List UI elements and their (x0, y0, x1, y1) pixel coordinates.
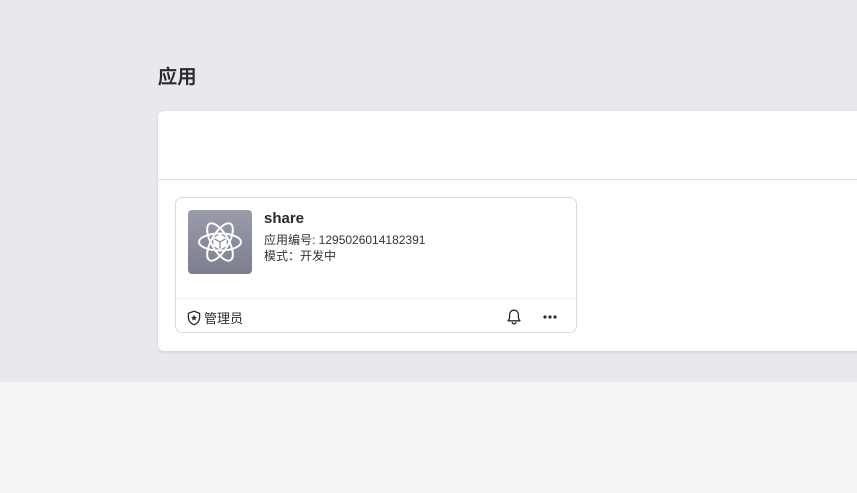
lower-area (0, 382, 857, 493)
apps-panel: share 应用编号: 1295026014182391 模式：开发中 管理员 (158, 111, 857, 351)
panel-header (158, 111, 857, 180)
atom-cube-icon (188, 210, 252, 274)
app-id: 应用编号: 1295026014182391 (264, 233, 426, 247)
more-dots-icon (541, 308, 559, 326)
page-title: 应用 (158, 66, 198, 88)
app-name[interactable]: share (264, 210, 304, 227)
notification-button[interactable] (504, 307, 524, 327)
more-actions-button[interactable] (540, 307, 560, 327)
bell-icon (505, 308, 523, 326)
shield-star-icon (186, 310, 202, 326)
app-mode: 模式：开发中 (264, 249, 337, 263)
role-badge: 管理员 (186, 308, 243, 327)
role-label: 管理员 (204, 312, 244, 327)
card-footer: 管理员 (176, 299, 576, 333)
app-card[interactable]: share 应用编号: 1295026014182391 模式：开发中 管理员 (175, 197, 577, 333)
